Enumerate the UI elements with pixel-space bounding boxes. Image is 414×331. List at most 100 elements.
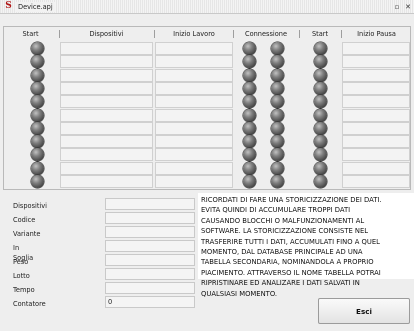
field-tempo[interactable] xyxy=(105,282,195,294)
status-led-icon xyxy=(31,121,44,135)
work-start-cell[interactable] xyxy=(155,161,233,175)
status-led-icon xyxy=(271,55,284,69)
status-led-icon xyxy=(31,175,44,188)
work-start-cell[interactable] xyxy=(155,68,233,82)
grid-row xyxy=(3,68,411,82)
device-cell[interactable] xyxy=(60,81,153,95)
work-start-cell[interactable] xyxy=(155,81,233,95)
device-cell[interactable] xyxy=(60,148,153,162)
status-led-icon xyxy=(243,161,256,175)
pause-start-cell[interactable] xyxy=(342,148,410,162)
status-led-icon xyxy=(31,161,44,175)
status-led-icon xyxy=(243,81,256,95)
pause-start-cell[interactable] xyxy=(342,121,410,135)
grid-row xyxy=(3,161,411,175)
status-led-icon xyxy=(314,42,327,55)
work-start-cell[interactable] xyxy=(155,42,233,55)
status-led-icon xyxy=(314,81,327,95)
field-lotto[interactable] xyxy=(105,268,195,280)
status-led-icon xyxy=(271,42,284,55)
device-cell[interactable] xyxy=(60,108,153,122)
notice-line: TRASFERIRE TUTTI I DATI, ACCUMULATI FINO… xyxy=(201,237,380,246)
status-led-icon xyxy=(271,95,284,109)
status-led-icon xyxy=(314,108,327,122)
label-tempo: Tempo xyxy=(13,286,35,294)
exit-button[interactable]: Esci xyxy=(318,298,410,324)
work-start-cell[interactable] xyxy=(155,55,233,69)
device-cell[interactable] xyxy=(60,42,153,55)
pause-start-cell[interactable] xyxy=(342,95,410,109)
header-connessione: Connessione xyxy=(244,30,288,38)
work-start-cell[interactable] xyxy=(155,175,233,188)
window-title: Device.apj xyxy=(16,2,55,12)
pause-start-cell[interactable] xyxy=(342,42,410,55)
notice-line: CAUSANDO BLOCCHI O MALFUNZIONAMENTI AL xyxy=(201,216,365,225)
status-led-icon xyxy=(271,161,284,175)
status-led-icon xyxy=(31,108,44,122)
pause-start-cell[interactable] xyxy=(342,81,410,95)
pause-start-cell[interactable] xyxy=(342,161,410,175)
title-bar: S Device.apj ▫ ✕ xyxy=(0,0,414,14)
status-led-icon xyxy=(31,55,44,69)
field-variante[interactable] xyxy=(105,226,195,238)
close-window-button[interactable]: ✕ xyxy=(403,2,413,12)
field-dispositivi[interactable] xyxy=(105,198,195,210)
pause-start-cell[interactable] xyxy=(342,55,410,69)
work-start-cell[interactable] xyxy=(155,95,233,109)
status-led-icon xyxy=(314,68,327,82)
notice-line: RICORDATI DI FARE UNA STORICIZZAZIONE DE… xyxy=(201,196,382,204)
device-grid xyxy=(3,41,411,188)
status-led-icon xyxy=(271,81,284,95)
grid-row xyxy=(3,81,411,95)
field-contatore[interactable]: 0 xyxy=(105,296,195,308)
work-start-cell[interactable] xyxy=(155,148,233,162)
grid-row xyxy=(3,108,411,122)
status-led-icon xyxy=(271,68,284,82)
header-start-2: Start xyxy=(311,30,329,38)
status-led-icon xyxy=(271,175,284,188)
status-led-icon xyxy=(314,161,327,175)
status-led-icon xyxy=(243,95,256,109)
status-led-icon xyxy=(314,135,327,149)
header-inizio-lavoro: Inizio Lavoro xyxy=(173,30,215,38)
work-start-cell[interactable] xyxy=(155,135,233,149)
device-cell[interactable] xyxy=(60,135,153,149)
status-led-icon xyxy=(31,135,44,149)
label-contatore: Contatore xyxy=(13,300,46,308)
pause-start-cell[interactable] xyxy=(342,135,410,149)
label-lotto: Lotto xyxy=(13,272,30,280)
status-led-icon xyxy=(31,95,44,109)
field-codice[interactable] xyxy=(105,212,195,224)
header-start: Start xyxy=(22,30,39,38)
label-dispositivi: Dispositivi xyxy=(13,202,47,210)
status-led-icon xyxy=(243,42,256,55)
device-cell[interactable] xyxy=(60,161,153,175)
device-cell[interactable] xyxy=(60,68,153,82)
field-peso[interactable] xyxy=(105,254,195,266)
pause-start-cell[interactable] xyxy=(342,68,410,82)
grid-row xyxy=(3,41,411,55)
notice-line: SOFTWARE. LA STORICIZZAZIONE CONSISTE NE… xyxy=(201,227,369,236)
label-in-soglia: In Soglia xyxy=(13,244,34,262)
label-codice: Codice xyxy=(13,216,36,224)
label-variante: Variante xyxy=(13,230,41,238)
pause-start-cell[interactable] xyxy=(342,175,410,188)
status-led-icon xyxy=(31,42,44,55)
device-cell[interactable] xyxy=(60,55,153,69)
device-cell[interactable] xyxy=(60,121,153,135)
work-start-cell[interactable] xyxy=(155,121,233,135)
grid-row xyxy=(3,174,411,188)
status-led-icon xyxy=(31,81,44,95)
status-led-icon xyxy=(243,148,256,162)
device-cell[interactable] xyxy=(60,175,153,188)
status-led-icon xyxy=(271,121,284,135)
notice-line: RIPRISTINARE ED ANALIZARE I DATI SALVATI… xyxy=(201,279,360,288)
restore-window-button[interactable]: ▫ xyxy=(392,2,402,12)
field-in-soglia[interactable] xyxy=(105,240,195,252)
notice-line: TABELLA SECONDARIA, NOMINANDOLA A PROPRI… xyxy=(201,258,374,267)
header-inizio-pausa: Inizio Pausa xyxy=(357,30,396,38)
work-start-cell[interactable] xyxy=(155,108,233,122)
device-cell[interactable] xyxy=(60,95,153,109)
pause-start-cell[interactable] xyxy=(342,108,410,122)
grid-row xyxy=(3,134,411,149)
